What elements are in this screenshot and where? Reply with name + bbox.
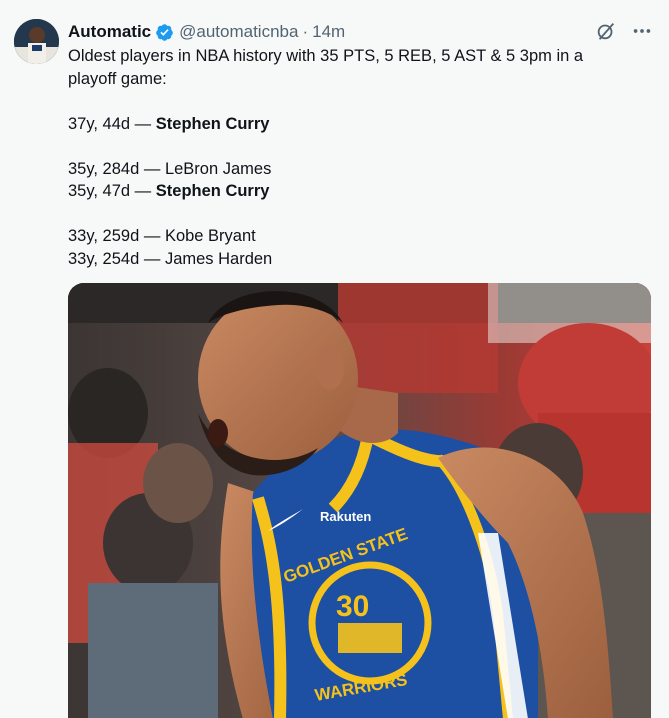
entry-age: 33y, 259d — [68,227,161,245]
tweet-timestamp[interactable]: 14m [312,22,345,42]
author-name[interactable]: Automatic [68,22,151,42]
stat-entry: 35y, 284d — LeBron James [68,158,638,181]
stat-entry: 33y, 254d — James Harden [68,248,638,271]
tweet-intro-line-1: Oldest players in NBA history with 35 PT… [68,47,584,65]
entry-age: 35y, 284d — [68,159,161,178]
author-handle[interactable]: @automaticnba [179,22,298,42]
entry-age: 33y, 254d — [68,249,161,268]
entry-player: Kobe Bryant [164,227,256,245]
grok-icon[interactable] [595,20,617,42]
entry-player: Stephen Curry [155,182,270,200]
jersey-sponsor: Rakuten [320,509,371,524]
tweet-text: Oldest players in NBA history with 35 PT… [68,45,638,270]
tweet[interactable]: Automatic @automaticnba · 14m Oldest pla… [0,0,669,718]
entry-player: LeBron James [164,159,272,178]
verified-badge-icon [156,23,173,41]
player-photo-illustration: 30 Rakuten GOLDEN STATE WARRIORS [68,283,651,718]
header-actions [595,20,653,42]
stat-entry: 35y, 47d — Stephen Curry [68,180,638,203]
stat-entry: 37y, 44d — Stephen Curry [68,113,638,136]
tweet-header: Automatic @automaticnba · 14m [68,20,655,44]
entry-player: James Harden [164,249,273,268]
avatar[interactable] [14,19,59,64]
more-icon[interactable] [631,20,653,42]
entry-age: 37y, 44d — [68,114,152,133]
jersey-number: 30 [336,590,369,623]
tweet-intro-line-2: playoff game: [68,69,167,88]
stat-entry: 33y, 259d — Kobe Bryant [68,225,638,248]
separator-dot: · [302,22,309,41]
entry-player: Stephen Curry [155,114,270,133]
entry-age: 35y, 47d — [68,182,152,200]
tweet-photo[interactable]: 30 Rakuten GOLDEN STATE WARRIORS [68,283,651,718]
